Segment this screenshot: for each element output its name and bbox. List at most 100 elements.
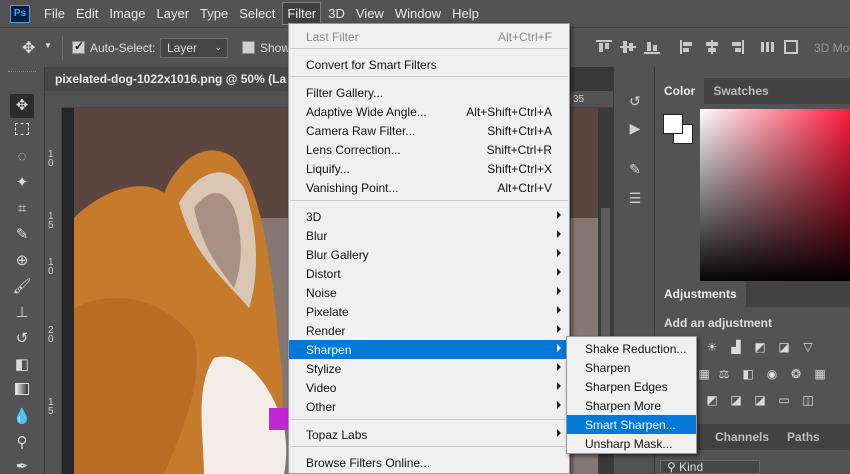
color-picker-field[interactable] [700, 109, 850, 284]
align-horizontal-center-icon[interactable] [704, 40, 720, 54]
selective-color-icon[interactable]: ◫ [800, 393, 816, 407]
tab-channels[interactable]: Channels [706, 424, 778, 450]
layer-filter-kind-dropdown[interactable]: ⚲ Kind [660, 460, 760, 474]
color-balance-icon[interactable]: ⚖ [716, 367, 732, 381]
align-vertical-center-icon[interactable] [620, 40, 636, 54]
magic-wand-tool-icon[interactable]: ✦ [10, 171, 34, 195]
menu-item-vanishing-point[interactable]: Vanishing Point... Alt+Ctrl+V [289, 178, 569, 197]
color-lookup-icon[interactable]: ▦ [812, 367, 828, 381]
menu-item-distort[interactable]: Distort [289, 264, 569, 283]
menu-view[interactable]: View [352, 3, 388, 24]
menu-help[interactable]: Help [448, 3, 483, 24]
invert-icon[interactable]: ◩ [704, 393, 720, 407]
ruler-origin[interactable] [45, 91, 62, 108]
gradient-tool-icon[interactable] [10, 379, 34, 403]
menu-item-browse-filters-online[interactable]: Browse Filters Online... [289, 453, 569, 472]
preset-chevron-down-icon[interactable]: ▼ [44, 41, 52, 50]
submenu-item-shake-reduction[interactable]: Shake Reduction... [567, 339, 696, 358]
submenu-item-sharpen[interactable]: Sharpen [567, 358, 696, 377]
menu-item-blur[interactable]: Blur [289, 226, 569, 245]
distribute-icon[interactable] [760, 40, 776, 54]
marquee-tool-icon[interactable] [10, 119, 34, 143]
submenu-item-unsharp-mask[interactable]: Unsharp Mask... [567, 434, 696, 453]
vertical-ruler[interactable]: 1 0 1 5 1 0 2 0 1 5 [45, 108, 62, 474]
align-left-icon[interactable] [680, 40, 696, 54]
foreground-color-swatch[interactable] [663, 114, 683, 134]
menu-item-topaz-labs[interactable]: Topaz Labs [289, 425, 569, 444]
menu-item-render[interactable]: Render [289, 321, 569, 340]
brightness-contrast-icon[interactable]: ☀ [704, 340, 720, 354]
menu-file[interactable]: File [40, 3, 69, 24]
black-white-icon[interactable]: ◧ [740, 367, 756, 381]
submenu-item-sharpen-more[interactable]: Sharpen More [567, 396, 696, 415]
actions-play-icon[interactable]: ▶ [624, 117, 646, 139]
levels-icon[interactable]: ▟ [728, 340, 744, 354]
crop-tool-icon[interactable]: ⌗ [10, 197, 34, 221]
properties-sliders-icon[interactable]: ☰ [624, 187, 646, 209]
blur-tool-icon[interactable]: 💧 [10, 405, 34, 429]
auto-align-icon[interactable] [784, 40, 800, 54]
menu-item-other[interactable]: Other [289, 397, 569, 416]
menu-item-filter-gallery[interactable]: Filter Gallery... [289, 83, 569, 102]
show-transform-checkbox[interactable] [242, 41, 255, 54]
menu-window[interactable]: Window [391, 3, 445, 24]
threshold-icon[interactable]: ◪ [752, 393, 768, 407]
menu-item-label: Distort [306, 267, 341, 281]
tab-swatches[interactable]: Swatches [704, 78, 777, 104]
brush-settings-icon[interactable]: ✎ [624, 158, 646, 180]
photo-filter-icon[interactable]: ◉ [764, 367, 780, 381]
submenu-item-smart-sharpen[interactable]: Smart Sharpen... [567, 415, 696, 434]
menu-item-3d[interactable]: 3D [289, 207, 569, 226]
move-tool-icon[interactable]: ✥ [10, 94, 34, 118]
exposure-icon[interactable]: ◪ [776, 340, 792, 354]
channel-mixer-icon[interactable]: ❂ [788, 367, 804, 381]
menu-item-noise[interactable]: Noise [289, 283, 569, 302]
menu-layer[interactable]: Layer [153, 3, 194, 24]
auto-select-checkbox[interactable] [72, 39, 85, 54]
menu-item-lens-correction[interactable]: Lens Correction... Shift+Ctrl+R [289, 140, 569, 159]
align-bottom-icon[interactable] [644, 40, 660, 54]
submenu-item-sharpen-edges[interactable]: Sharpen Edges [567, 377, 696, 396]
curves-icon[interactable]: ◩ [752, 340, 768, 354]
dodge-tool-icon[interactable]: ⚲ [10, 431, 34, 455]
posterize-icon[interactable]: ◪ [728, 393, 744, 407]
tab-adjustments[interactable]: Adjustments [655, 281, 746, 307]
menu-item-stylize[interactable]: Stylize [289, 359, 569, 378]
history-brush-tool-icon[interactable]: ↺ [10, 327, 34, 351]
history-panel-icon[interactable]: ↺ [624, 90, 646, 112]
menu-image[interactable]: Image [105, 3, 149, 24]
menu-item-adaptive-wide-angle[interactable]: Adaptive Wide Angle... Alt+Shift+Ctrl+A [289, 102, 569, 121]
brush-tool-icon[interactable]: 🖌 [10, 275, 34, 299]
menu-item-convert-smart-filters[interactable]: Convert for Smart Filters [289, 55, 569, 74]
menu-3d[interactable]: 3D [324, 3, 349, 24]
eraser-tool-icon[interactable]: ◧ [10, 353, 34, 377]
pen-tool-icon[interactable]: ✒ [10, 455, 34, 474]
align-top-icon[interactable] [596, 40, 612, 54]
menu-filter[interactable]: Filter [282, 2, 322, 25]
align-right-icon[interactable] [728, 40, 744, 54]
tab-color[interactable]: Color [655, 78, 705, 104]
menu-type[interactable]: Type [196, 3, 232, 24]
menu-item-last-filter[interactable]: Last Filter Alt+Ctrl+F [289, 27, 569, 46]
eyedropper-tool-icon[interactable]: ✎ [10, 223, 34, 247]
menu-item-sharpen[interactable]: Sharpen [289, 340, 569, 359]
auto-select-target-dropdown[interactable]: Layer ⌄ [160, 38, 228, 58]
submenu-arrow-icon [557, 401, 561, 409]
menu-item-label: Stylize [306, 362, 342, 376]
tab-paths[interactable]: Paths [778, 424, 829, 450]
gradient-triangle-icon[interactable]: ▽ [800, 340, 816, 354]
menu-item-camera-raw-filter[interactable]: Camera Raw Filter... Shift+Ctrl+A [289, 121, 569, 140]
menu-item-video[interactable]: Video [289, 378, 569, 397]
menu-item-pixelate[interactable]: Pixelate [289, 302, 569, 321]
move-tool-preset-icon[interactable]: ✥ [22, 38, 35, 58]
menu-item-blur-gallery[interactable]: Blur Gallery [289, 245, 569, 264]
lasso-tool-icon[interactable]: ◌ [10, 145, 34, 169]
hue-saturation-icon[interactable]: ▦ [696, 367, 712, 381]
menu-select[interactable]: Select [235, 3, 279, 24]
menu-item-label: Convert for Smart Filters [306, 58, 437, 72]
clone-stamp-tool-icon[interactable]: ⊥ [10, 301, 34, 325]
gradient-map-icon[interactable]: ▭ [776, 393, 792, 407]
menu-item-liquify[interactable]: Liquify... Shift+Ctrl+X [289, 159, 569, 178]
healing-brush-tool-icon[interactable]: ⊕ [10, 249, 34, 273]
menu-edit[interactable]: Edit [72, 3, 102, 24]
